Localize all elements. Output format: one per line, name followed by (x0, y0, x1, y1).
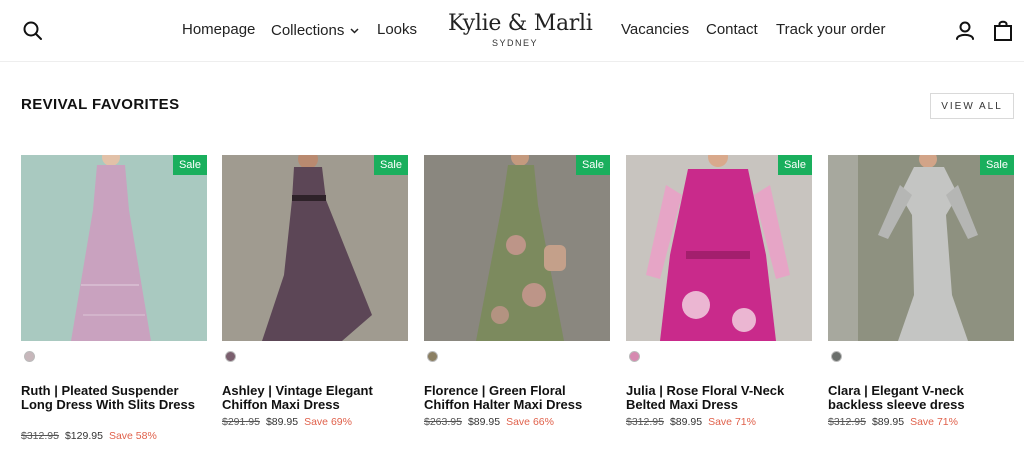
nav-vacancies[interactable]: Vacancies (621, 21, 689, 38)
nav-collections[interactable]: Collections (271, 21, 359, 39)
brand-logo[interactable]: Kylie & Marli SYDNEY (448, 10, 593, 50)
product-image[interactable]: Sale (222, 155, 408, 341)
sale-price: $89.95 (265, 416, 299, 428)
color-swatch[interactable] (225, 351, 236, 362)
original-price: $312.95 (21, 430, 59, 442)
product-title[interactable]: Ruth | Pleated Suspender Long Dress With… (21, 384, 207, 412)
view-all-button[interactable]: VIEW ALL (930, 93, 1014, 119)
save-percent: Save 71% (708, 416, 756, 428)
color-swatch[interactable] (427, 351, 438, 362)
section-title: REVIVAL FAVORITES (21, 96, 180, 113)
sale-price: $129.95 (64, 430, 103, 442)
site-header: Homepage Collections Looks Kylie & Marli… (0, 0, 1024, 62)
product-photo (222, 155, 408, 341)
logo-subtitle: SYDNEY (492, 38, 539, 48)
save-percent: Save 66% (506, 416, 554, 428)
nav-contact-label: Contact (706, 21, 758, 38)
product-image[interactable]: Sale (424, 155, 610, 341)
product-photo (828, 155, 1014, 341)
search-icon[interactable] (20, 18, 46, 44)
original-price: $312.95 (828, 416, 866, 428)
product-price: $291.95 $89.95 Save 69% (222, 416, 352, 428)
product-price: $312.95 $89.95 Save 71% (626, 416, 756, 428)
nav-track-order[interactable]: Track your order (776, 21, 885, 38)
product-card: Sale Ruth | Pleated Suspender Long Dress… (21, 155, 207, 442)
nav-looks-label: Looks (377, 21, 418, 38)
product-image[interactable]: Sale (626, 155, 812, 341)
product-photo (424, 155, 610, 341)
product-photo (626, 155, 812, 341)
save-percent: Save 71% (910, 416, 958, 428)
product-card: Sale Julia | Rose Floral V-Neck Belted M… (626, 155, 812, 428)
color-swatch[interactable] (629, 351, 640, 362)
product-card: Sale Ashley | Vintage Elegant Chiffon Ma… (222, 155, 408, 428)
sale-badge: Sale (373, 155, 408, 175)
product-title[interactable]: Ashley | Vintage Elegant Chiffon Maxi Dr… (222, 384, 408, 412)
product-card: Sale Florence | Green Floral Chiffon Hal… (424, 155, 610, 428)
product-image[interactable]: Sale (21, 155, 207, 341)
account-icon[interactable] (952, 18, 978, 44)
nav-track-order-label: Track your order (776, 21, 886, 38)
nav-collections-label: Collections (271, 22, 345, 39)
sale-badge: Sale (575, 155, 610, 175)
nav-homepage[interactable]: Homepage (182, 21, 255, 38)
nav-homepage-label: Homepage (182, 21, 256, 38)
product-price: $263.95 $89.95 Save 66% (424, 416, 554, 428)
sale-badge: Sale (172, 155, 207, 175)
color-swatch[interactable] (831, 351, 842, 362)
logo-name: Kylie & Marli (448, 11, 593, 36)
sale-price: $89.95 (467, 416, 501, 428)
original-price: $312.95 (626, 416, 664, 428)
product-image[interactable]: Sale (828, 155, 1014, 341)
save-percent: Save 58% (108, 430, 157, 442)
product-price: $312.95 $129.95 Save 58% (21, 430, 157, 442)
product-price: $312.95 $89.95 Save 71% (828, 416, 958, 428)
product-title[interactable]: Julia | Rose Floral V-Neck Belted Maxi D… (626, 384, 812, 412)
original-price: $291.95 (222, 416, 260, 428)
sale-price: $89.95 (871, 416, 905, 428)
nav-looks[interactable]: Looks (377, 21, 417, 38)
product-photo (21, 155, 207, 341)
product-title[interactable]: Clara | Elegant V-neck backless sleeve d… (828, 384, 1014, 412)
save-percent: Save 69% (304, 416, 352, 428)
sale-price: $89.95 (669, 416, 703, 428)
product-title[interactable]: Florence | Green Floral Chiffon Halter M… (424, 384, 610, 412)
chevron-down-icon (350, 21, 359, 38)
nav-vacancies-label: Vacancies (621, 21, 690, 38)
cart-bag-icon[interactable] (990, 18, 1016, 44)
sale-badge: Sale (979, 155, 1014, 175)
original-price: $263.95 (424, 416, 462, 428)
nav-contact[interactable]: Contact (706, 21, 758, 38)
color-swatch[interactable] (24, 351, 35, 362)
sale-badge: Sale (777, 155, 812, 175)
product-card: Sale Clara | Elegant V-neck backless sle… (828, 155, 1014, 428)
